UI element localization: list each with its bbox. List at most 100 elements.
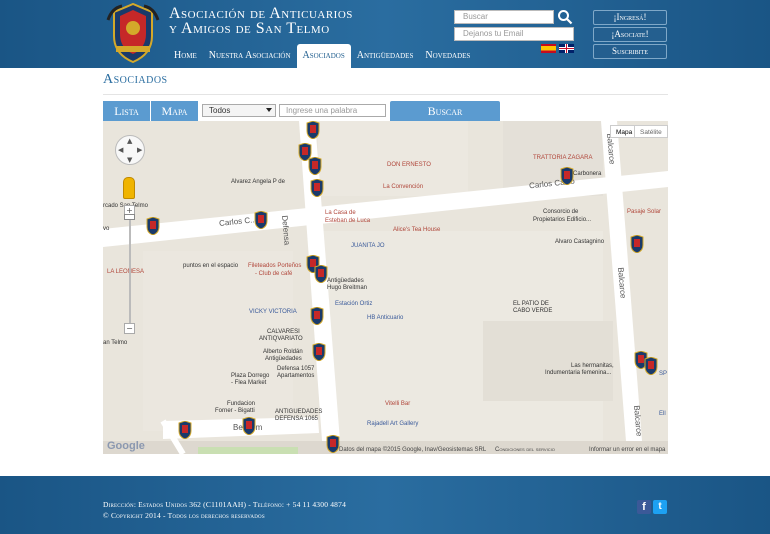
place-label: VICKY VICTORIA <box>249 309 297 315</box>
pan-down-icon[interactable]: ▼ <box>127 156 132 164</box>
place-label: Propietarios Edificio... <box>533 217 592 223</box>
place-label: Alice's Tea House <box>393 227 441 233</box>
tab-lista[interactable]: Lista <box>103 101 150 121</box>
english-flag-icon[interactable] <box>559 44 574 53</box>
associate-marker-icon[interactable] <box>307 157 323 175</box>
facebook-icon[interactable]: f <box>637 500 651 514</box>
street-view-pegman-icon[interactable] <box>123 177 135 199</box>
place-label: Indumentaria femenina... <box>545 370 612 376</box>
pan-control[interactable]: ▲ ▼ ◀ ▶ <box>115 135 145 165</box>
map-report-link[interactable]: Informar un error en el mapa <box>589 447 665 453</box>
place-label: CABO VERDE <box>513 308 553 314</box>
place-label: La Casa de <box>325 210 356 216</box>
nav-novedades[interactable]: Novedades <box>419 44 476 68</box>
nav-antiguedades[interactable]: Antigüedades <box>351 44 420 68</box>
associate-marker-icon[interactable] <box>309 307 325 325</box>
place-label: ANTIGUEDADES <box>275 409 323 415</box>
place-label: Las hermanitas, <box>571 363 614 369</box>
nav-nuestra-asociacion[interactable]: Nuestra Asociación <box>203 44 297 68</box>
place-label: CALVARESI <box>267 329 300 335</box>
title-divider <box>103 94 668 95</box>
associate-marker-icon[interactable] <box>305 121 321 139</box>
place-label: Alberto Roldán <box>263 349 303 355</box>
map-attribution: Datos del mapa ©2015 Google, Inav/Geosis… <box>339 447 487 453</box>
associate-marker-icon[interactable] <box>629 235 645 253</box>
place-label: Fundacion <box>227 401 256 407</box>
place-label: ANTIQVARIATO <box>259 336 303 342</box>
site-title[interactable]: Asociación de Anticuarios y Amigos de Sa… <box>169 5 353 37</box>
place-label: - Flea Market <box>231 380 267 386</box>
footer-copyright: © Copyright 2014 - Todos los derechos re… <box>103 511 265 520</box>
place-label: Alvaro Castagnino <box>555 239 605 245</box>
associate-marker-icon[interactable] <box>241 417 257 435</box>
zoom-slider-track[interactable] <box>129 220 131 323</box>
place-label: La Convención <box>383 184 424 190</box>
spanish-flag-icon[interactable] <box>541 44 556 53</box>
site-title-line1: Asociación de Anticuarios <box>169 5 353 22</box>
street-santelmo: an Telmo <box>103 340 128 346</box>
main-nav: Home Nuestra Asociación Asociados Antigü… <box>168 44 476 68</box>
place-label: Alvarez Angela P de <box>231 179 285 185</box>
login-button[interactable]: ¡Ingresá! <box>593 10 667 25</box>
place-label: Hugo Breitman <box>327 285 368 291</box>
newsletter-email-input[interactable]: Dejanos tu Email <box>454 27 574 41</box>
subscribe-button[interactable]: Suscribite <box>593 44 667 59</box>
place-label: Esteban de Luca <box>325 218 371 224</box>
site-header: Asociación de Anticuarios y Amigos de Sa… <box>0 0 770 68</box>
search-icon[interactable] <box>557 9 573 25</box>
place-label: - Club de café <box>255 271 293 277</box>
place-label: Fileteados Porteños <box>248 263 302 269</box>
map-terms-link[interactable]: Condiciones del servicio <box>495 447 555 453</box>
place-label: Antigüedades <box>265 356 302 362</box>
place-label: Defensa 1057 <box>277 366 315 372</box>
place-label: LA LEONESA <box>107 269 145 275</box>
associate-marker-icon[interactable] <box>309 179 325 197</box>
place-label: EL PATIO DE <box>513 301 549 307</box>
place-label: JUANITA JO <box>351 243 385 249</box>
associate-marker-icon[interactable] <box>559 167 575 185</box>
category-select[interactable]: Todos <box>202 104 276 117</box>
pan-up-icon[interactable]: ▲ <box>127 137 132 145</box>
place-label: Estación Ortiz <box>335 301 373 307</box>
place-label: Rajadell Art Gallery <box>367 421 419 427</box>
pan-right-icon[interactable]: ▶ <box>137 146 142 154</box>
associate-marker-icon[interactable] <box>313 265 329 283</box>
place-label: HB Anticuario <box>367 315 404 321</box>
google-logo[interactable]: Google <box>107 440 145 452</box>
zoom-slider-handle[interactable] <box>124 214 135 220</box>
associate-marker-icon[interactable] <box>145 217 161 235</box>
place-label: puntos en el espacio <box>183 263 239 269</box>
place-label: Plaza Dorrego <box>231 373 270 379</box>
associate-marker-icon[interactable] <box>253 211 269 229</box>
place-label: Pasaje Solar <box>627 209 662 215</box>
search-button[interactable]: Buscar <box>390 101 500 121</box>
map-type-satellite-button[interactable]: Satélite <box>634 125 668 138</box>
header-search-input[interactable]: Buscar <box>454 10 554 24</box>
join-button[interactable]: ¡Asociate! <box>593 27 667 42</box>
associate-marker-icon[interactable] <box>643 357 659 375</box>
chevron-down-icon <box>266 108 272 112</box>
tab-mapa[interactable]: Mapa <box>151 101 198 121</box>
place-label: Forner - Bigatti <box>215 408 255 414</box>
associate-marker-icon[interactable] <box>177 421 193 439</box>
street-vo: vo <box>103 226 110 232</box>
place-label: Apartamentos <box>277 373 315 379</box>
page-title: Asociados <box>103 72 168 87</box>
associate-marker-icon[interactable] <box>311 343 327 361</box>
nav-asociados[interactable]: Asociados <box>296 44 351 68</box>
place-label: Antigüedades <box>327 278 364 284</box>
nav-home[interactable]: Home <box>168 44 203 68</box>
place-label: SP <box>659 371 668 377</box>
place-label: TRATTORIA ZAGARA <box>533 155 593 161</box>
association-logo[interactable] <box>106 2 160 64</box>
place-label: Consorcio de <box>543 209 579 215</box>
twitter-icon[interactable]: t <box>653 500 667 514</box>
zoom-out-button[interactable]: − <box>124 323 135 334</box>
keyword-input[interactable]: Ingrese una palabra <box>279 104 386 117</box>
pan-left-icon[interactable]: ◀ <box>118 146 123 154</box>
associates-map[interactable]: Carlos C... Carlos Calvo Defensa Balcarc… <box>103 121 668 454</box>
place-label: Vitelli Bar <box>385 401 411 407</box>
footer-address: Dirección: Estados Unidos 362 (C1101AAH)… <box>103 500 347 509</box>
place-label: Carbonera <box>573 171 602 177</box>
category-select-value: Todos <box>209 106 231 115</box>
